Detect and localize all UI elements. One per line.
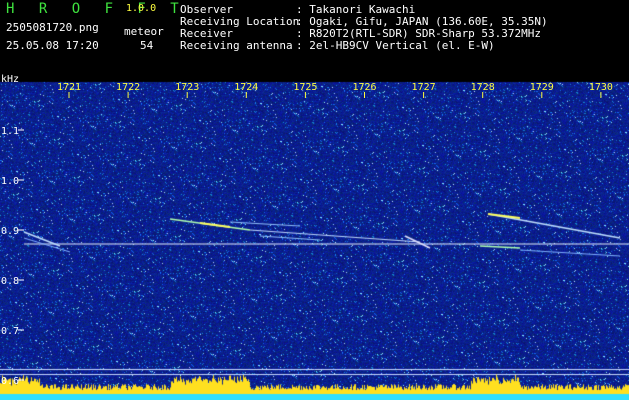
observer-value: : Takanori Kawachi — [296, 3, 416, 16]
time-tick-label: 1725 — [293, 82, 317, 93]
time-tick-label: 1727 — [412, 82, 436, 93]
time-tick-label: 1726 — [352, 82, 376, 93]
header-panel: H R O F F T 1.0.0 2505081720.png 25.05.0… — [0, 0, 629, 70]
frequency-tick-label: 0.8 — [1, 276, 19, 287]
observer-label: Observer — [180, 3, 233, 16]
time-ticks: 1721 1722 1723 1724 1725 1726 1727 1728 1729 1730 — [57, 82, 613, 98]
frequency-tick-label: 1.0 — [1, 176, 19, 187]
time-tick-label: 1729 — [530, 82, 554, 93]
frequency-ticks: 1.1 1.0 0.9 0.8 0.7 0.6 — [1, 126, 24, 387]
time-tick-label: 1724 — [234, 82, 258, 93]
app-version: 1.0.0 — [126, 3, 157, 14]
time-tick-label: 1728 — [471, 82, 495, 93]
frequency-tick-label: 0.7 — [1, 326, 19, 337]
receiver-value: : R820T2(RTL-SDR) SDR-Sharp 53.372MHz — [296, 27, 542, 40]
time-tick-label: 1730 — [589, 82, 613, 93]
meteor-label: meteor — [124, 25, 164, 38]
location-label: Receiving Location — [180, 15, 300, 28]
frequency-tick-label: 0.6 — [1, 376, 19, 387]
app-name: H R O F F T — [6, 1, 187, 17]
antenna-label: Receiving antenna — [180, 39, 293, 52]
file-name: 2505081720.png — [6, 21, 99, 34]
receiver-label: Receiver — [180, 27, 233, 40]
time-tick-label: 1723 — [175, 82, 199, 93]
antenna-value: : 2el-HB9CV Vertical (el. E-W) — [296, 39, 495, 52]
frequency-tick-label: 0.9 — [1, 226, 19, 237]
meteor-count: 54 — [140, 39, 154, 52]
frequency-tick-label: 1.1 — [1, 126, 19, 137]
y-axis-unit: kHz — [1, 74, 19, 85]
time-tick-label: 1722 — [116, 82, 140, 93]
time-tick-label: 1721 — [57, 82, 81, 93]
spectrogram: kHz 1721 1722 1723 1724 1725 1726 1727 1728 1729… — [0, 70, 629, 400]
spectrogram-axes: kHz 1721 1722 1723 1724 1725 1726 1727 1728 1729… — [1, 74, 613, 387]
date-time: 25.05.08 17:20 — [6, 39, 99, 52]
location-value: : Ogaki, Gifu, JAPAN (136.60E, 35.35N) — [296, 15, 548, 28]
